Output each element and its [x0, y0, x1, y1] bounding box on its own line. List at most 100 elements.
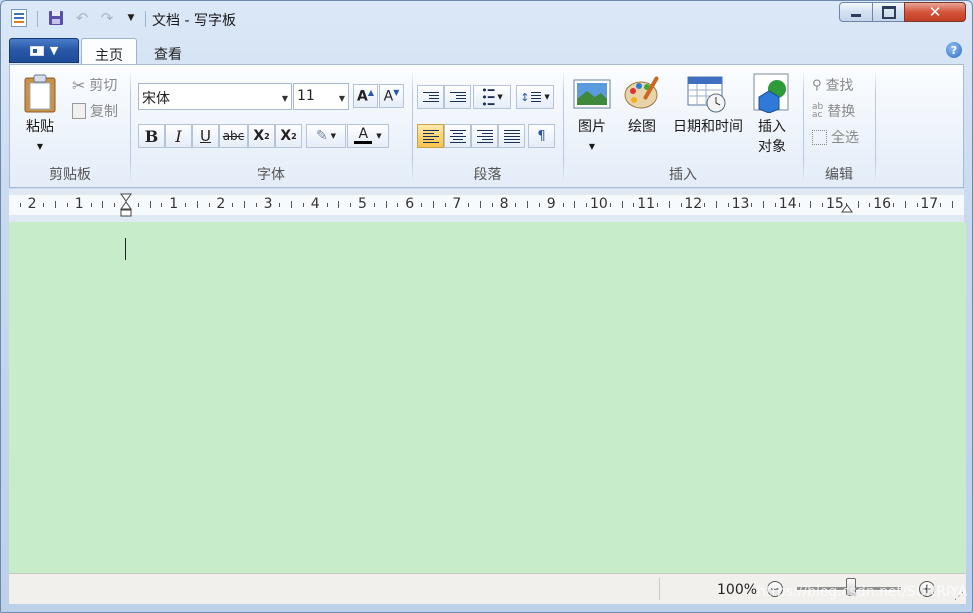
left-indent-marker[interactable]	[119, 193, 133, 219]
ribbon-home: 粘贴 ▼ ✂ 剪切 复制 剪贴板 宋体 ▼ 11 ▼ A▲ A▼ B I U a…	[9, 64, 964, 188]
justify-button[interactable]	[498, 124, 525, 148]
grow-font-button[interactable]: A▲	[353, 84, 378, 108]
replace-button[interactable]: ab ac 替换	[812, 101, 855, 121]
paint-palette-icon[interactable]	[623, 73, 663, 113]
replace-icon: ab ac	[812, 102, 824, 120]
grow-font-icon: A▲	[357, 87, 374, 105]
shrink-font-button[interactable]: A▼	[379, 84, 404, 108]
group-separator	[875, 71, 876, 183]
insert-paint-drawing-button[interactable]: 绘图	[620, 117, 664, 137]
ruler-tick	[633, 203, 635, 207]
separator	[145, 11, 146, 27]
bold-button[interactable]: B	[138, 124, 165, 148]
subscript-button[interactable]: X2	[248, 124, 275, 148]
paste-button[interactable]: 粘贴	[18, 117, 62, 137]
text-color-icon: A	[354, 127, 373, 144]
ruler-tick	[19, 203, 21, 207]
increase-indent-icon	[449, 92, 466, 102]
editing-group-label: 编辑	[825, 167, 853, 183]
copy-button[interactable]: 复制	[72, 101, 118, 121]
ruler-tick	[421, 203, 422, 207]
ruler-label: 1	[169, 196, 179, 212]
undo-icon[interactable]: ↶	[73, 9, 91, 27]
align-center-button[interactable]	[444, 124, 471, 148]
shrink-font-icon: A▼	[383, 87, 400, 105]
chevron-down-icon: ▼	[330, 132, 337, 140]
minimize-button[interactable]	[839, 2, 873, 22]
ruler-tick	[539, 203, 540, 207]
ruler-label: 10	[590, 196, 608, 212]
bullet-list-button[interactable]: •━ •━ •━ ▼	[473, 85, 511, 110]
ruler-tick	[244, 201, 245, 208]
find-button[interactable]: ⚲ 查找	[812, 75, 854, 95]
ruler-tick	[67, 203, 68, 207]
ruler-tick	[869, 203, 871, 207]
highlighter-icon: ✎	[315, 128, 328, 144]
underline-button[interactable]: U	[192, 124, 219, 148]
binoculars-icon: ⚲	[812, 77, 822, 93]
insert-picture-button[interactable]: 图片	[570, 117, 614, 137]
ruler-tick	[90, 203, 92, 207]
align-center-icon	[449, 129, 466, 143]
right-indent-marker[interactable]	[840, 202, 854, 214]
cut-button[interactable]: ✂ 剪切	[72, 75, 117, 95]
ruler-tick	[574, 201, 576, 208]
ruler-label: 3	[263, 196, 273, 212]
decrease-indent-button[interactable]	[417, 85, 444, 109]
font-group: 宋体 ▼ 11 ▼ A▲ A▼ B I U abc X2 X2 ✎ ▼ A ▼ …	[131, 65, 411, 187]
ruler-tick	[196, 201, 198, 208]
paste-dropdown-icon[interactable]: ▼	[18, 137, 62, 157]
insert-datetime-button[interactable]: 日期和时间	[668, 117, 748, 137]
font-family-select[interactable]: 宋体 ▼	[138, 83, 292, 110]
highlight-color-button[interactable]: ✎ ▼	[306, 124, 346, 148]
close-button[interactable]: ✕	[904, 2, 966, 22]
calendar-clock-icon[interactable]	[687, 75, 727, 113]
tab-view[interactable]: 查看	[141, 38, 195, 65]
ruler-tick	[373, 203, 375, 207]
ruler-tick	[43, 203, 45, 207]
italic-button[interactable]: I	[165, 124, 192, 148]
font-family-value: 宋体	[142, 91, 170, 107]
picture-icon[interactable]	[573, 79, 611, 109]
save-icon[interactable]	[47, 9, 65, 27]
align-right-button[interactable]	[471, 124, 498, 148]
document-editor[interactable]	[9, 222, 966, 573]
help-icon[interactable]: ?	[946, 42, 962, 58]
align-left-button[interactable]	[417, 124, 444, 148]
wordpad-app-icon[interactable]	[11, 9, 27, 27]
font-size-select[interactable]: 11 ▼	[293, 83, 349, 110]
strikethrough-button[interactable]: abc	[219, 124, 248, 148]
paragraph-settings-button[interactable]: ¶	[528, 124, 555, 148]
select-all-button[interactable]: 全选	[812, 127, 859, 147]
resize-grip-icon[interactable]: ⋰	[954, 591, 964, 602]
ruler-tick	[893, 203, 894, 207]
close-icon: ✕	[928, 3, 942, 21]
ruler-tick	[775, 203, 776, 207]
picture-dropdown-icon[interactable]: ▼	[570, 137, 614, 157]
insert-object-button[interactable]: 插入 对象	[748, 117, 796, 157]
window-title: 文档 - 写字板	[152, 13, 236, 29]
select-all-icon	[812, 129, 827, 145]
application-menu-button[interactable]: ▼	[9, 38, 79, 63]
clipboard-group-label: 剪贴板	[49, 167, 91, 183]
ruler-tick	[137, 203, 139, 207]
line-spacing-button[interactable]: ↕ ▼	[516, 85, 554, 109]
maximize-button[interactable]	[872, 2, 905, 22]
status-bar: 100% − + https://blog.csdn.net/SUNRIYA ⋰	[9, 573, 967, 604]
insert-group: 图片 ▼ 绘图 日期和时间 插入 对象 插入	[564, 65, 802, 187]
select-all-label: 全选	[831, 130, 859, 146]
increase-indent-button[interactable]	[444, 85, 471, 109]
ruler-tick	[657, 203, 658, 207]
superscript-button[interactable]: X2	[275, 124, 302, 148]
ruler-label: 11	[637, 196, 656, 212]
insert-object-icon[interactable]	[753, 73, 791, 114]
redo-icon[interactable]: ↷	[98, 9, 116, 27]
text-color-button[interactable]: A ▼	[347, 124, 389, 148]
line-spacing-icon: ↕	[520, 90, 530, 104]
ruler-tick	[822, 203, 824, 207]
ruler-tick	[727, 203, 729, 207]
tab-home[interactable]: 主页	[81, 38, 137, 65]
ruler: 2 1 1 2 3 4 5 6 7 8 9 10 11 12 13 14 15 16 17	[9, 189, 964, 223]
customize-dropdown-icon[interactable]: ▼	[122, 9, 140, 27]
paste-icon[interactable]	[23, 73, 57, 113]
